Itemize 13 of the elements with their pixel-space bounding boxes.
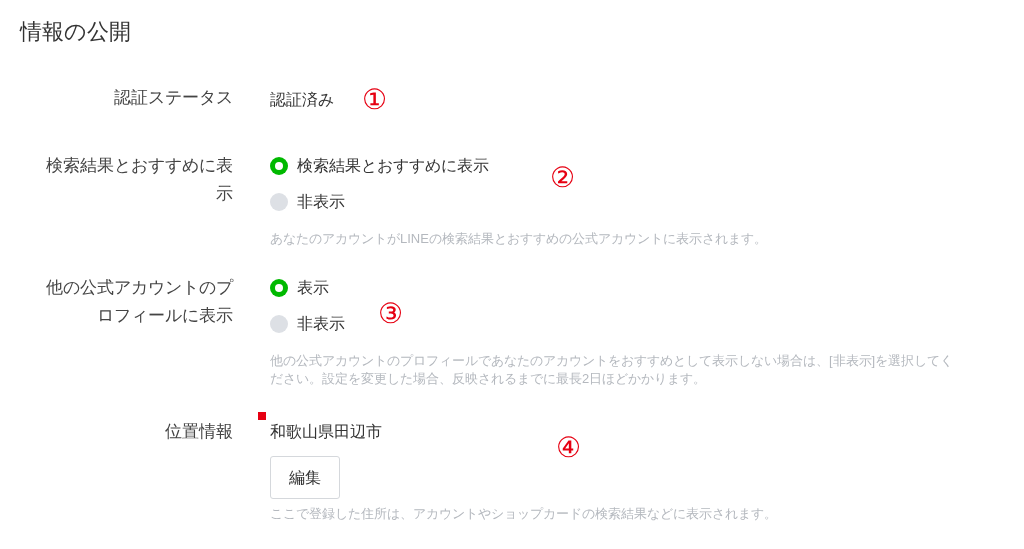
- page-title: 情報の公開: [20, 18, 132, 46]
- help-text: あなたのアカウントがLINEの検索結果とおすすめの公式アカウントに表示されます。: [270, 230, 768, 248]
- field-label: 他の公式アカウントのプロフィールに表示: [45, 277, 233, 327]
- annotation-number: ①: [362, 84, 387, 116]
- field-value: 認証済み: [270, 90, 334, 110]
- field-label: 位置情報: [164, 421, 233, 443]
- field-value: 和歌山県田辺市: [270, 422, 383, 442]
- field-label: 検索結果とおすすめに表示: [45, 155, 233, 205]
- edit-button[interactable]: 編集: [270, 456, 340, 499]
- help-text: ここで登録した住所は、アカウントやショップカードの検索結果などに表示されます。: [270, 505, 778, 523]
- field-label: 認証ステータス: [113, 87, 233, 109]
- annotation-number: ④: [556, 432, 581, 464]
- help-text: 他の公式アカウントのプロフィールであなたのアカウントをおすすめとして表示しない場合は、[非表示]を選択してください。設定を変更した場合、反映されるまでに最長2日ほどかかります。: [270, 352, 955, 388]
